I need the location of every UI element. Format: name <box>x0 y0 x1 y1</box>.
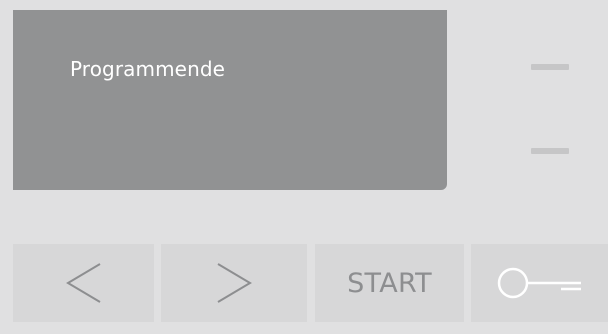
chevron-left-icon <box>65 263 101 303</box>
start-button-label: START <box>347 267 432 299</box>
status-text: Programmende <box>70 57 226 81</box>
start-button[interactable]: START <box>315 244 464 322</box>
next-button[interactable] <box>161 244 307 322</box>
button-row: START <box>0 244 608 322</box>
key-lock-icon <box>497 267 581 299</box>
control-panel: Programmende START <box>0 0 608 334</box>
chevron-right-icon <box>217 263 252 303</box>
indicator-top <box>531 64 569 70</box>
key-lock-button[interactable] <box>471 244 608 322</box>
indicator-bottom <box>531 148 569 154</box>
previous-button[interactable] <box>13 244 154 322</box>
status-display: Programmende <box>13 10 447 190</box>
